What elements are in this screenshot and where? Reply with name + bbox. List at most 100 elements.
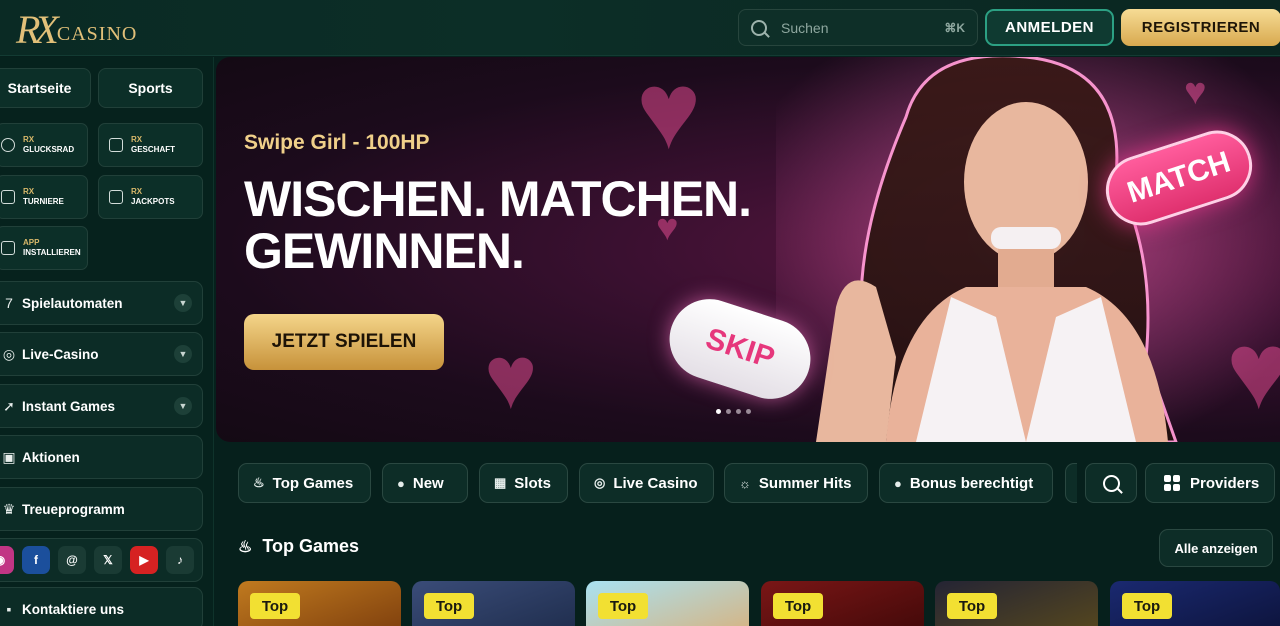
hero-banner[interactable]: ♥ ♥ ♥ ♥ ♥ Swipe Girl - 100HP WISCHEN. MA…: [216, 57, 1280, 442]
carousel-dot[interactable]: [736, 409, 741, 414]
chevron-down-icon[interactable]: ▼: [174, 345, 192, 363]
tile-label: GESCHAFT: [131, 145, 175, 154]
logo-text: CASINO: [56, 23, 138, 45]
tab-live-casino[interactable]: ◎ Live Casino: [579, 463, 714, 503]
providers-button[interactable]: Providers: [1145, 463, 1275, 503]
tab-overflow[interactable]: [1065, 463, 1077, 503]
chevron-down-icon[interactable]: ▼: [174, 397, 192, 415]
grid-icon: [1164, 475, 1180, 491]
tile-prefix: APP: [23, 238, 40, 247]
threads-icon[interactable]: @: [58, 546, 86, 574]
youtube-icon[interactable]: ▶: [130, 546, 158, 574]
game-card[interactable]: Top: [761, 581, 924, 626]
carousel-dot[interactable]: [726, 409, 731, 414]
top-badge: Top: [598, 593, 648, 619]
logo-rx-mark: RX: [16, 7, 59, 52]
sidebar-item-loyalty[interactable]: ♛ Treueprogramm: [0, 487, 203, 531]
chip-icon: ◎: [2, 345, 16, 362]
game-card[interactable]: Top: [1110, 581, 1280, 626]
carousel-dot[interactable]: [746, 409, 751, 414]
rocket-icon: ➚: [3, 397, 15, 414]
tile-app-install[interactable]: APP INSTALLIEREN: [0, 226, 88, 270]
top-badge: Top: [947, 593, 997, 619]
see-all-button[interactable]: Alle anzeigen: [1159, 529, 1273, 567]
search-icon: [751, 19, 767, 36]
game-card[interactable]: Top: [935, 581, 1098, 626]
sidebar-item-label: Kontaktiere uns: [22, 601, 125, 617]
tab-label: Live Casino: [613, 474, 698, 492]
sidebar-item-promotions[interactable]: ▣ Aktionen: [0, 435, 203, 479]
sidebar-item-contact[interactable]: ▪ Kontaktiere uns: [0, 587, 203, 626]
sidebar-item-label: Aktionen: [22, 449, 80, 465]
top-header: RX CASINO ⌘K ANMELDEN REGISTRIEREN: [0, 0, 1280, 56]
slot-icon: ▦: [494, 475, 507, 490]
top-badge: Top: [424, 593, 474, 619]
hero-subtitle: Swipe Girl - 100HP: [244, 131, 430, 154]
tab-new[interactable]: ● New: [382, 463, 468, 503]
sidebar-item-instant-games[interactable]: ➚ Instant Games ▼: [0, 384, 203, 428]
tile-jackpots[interactable]: RX JACKPOTS: [98, 175, 203, 219]
tab-label: New: [412, 474, 444, 492]
instagram-icon[interactable]: ◉: [0, 546, 14, 574]
search-box[interactable]: ⌘K: [738, 9, 978, 46]
section-title-text: Top Games: [262, 536, 360, 556]
sidebar-item-label: Live-Casino: [22, 346, 99, 362]
tile-label: JACKPOTS: [131, 197, 175, 206]
tile-prefix: RX: [23, 187, 35, 196]
tile-wheel[interactable]: RX GLUCKSRAD: [0, 123, 88, 167]
providers-label: Providers: [1190, 474, 1260, 492]
login-button[interactable]: ANMELDEN: [985, 9, 1114, 46]
tab-slots[interactable]: ▦ Slots: [479, 463, 568, 503]
game-card[interactable]: Top: [586, 581, 749, 626]
tile-shop[interactable]: RX GESCHAFT: [98, 123, 203, 167]
gift-icon: ▣: [2, 448, 16, 465]
new-icon: ●: [397, 475, 405, 491]
flame-icon: ♨: [253, 475, 265, 490]
tile-label: INSTALLIEREN: [23, 248, 81, 257]
hero-title-line: GEWINNEN.: [244, 223, 525, 279]
sun-icon: ☼: [739, 475, 751, 491]
play-now-button[interactable]: JETZT SPIELEN: [244, 314, 444, 370]
sidebar-item-label: Treueprogramm: [22, 501, 125, 517]
game-card[interactable]: Top: [238, 581, 401, 626]
tile-prefix: RX: [131, 187, 143, 196]
tiktok-icon[interactable]: ♪: [166, 546, 194, 574]
tile-prefix: RX: [131, 135, 143, 144]
tab-summer-hits[interactable]: ☼ Summer Hits: [724, 463, 868, 503]
chip-icon: ◎: [594, 475, 606, 490]
sidebar-item-slots[interactable]: 7 Spielautomaten ▼: [0, 281, 203, 325]
search-input[interactable]: [781, 19, 931, 36]
heart-decoration: ♥: [636, 57, 702, 172]
tab-top-games[interactable]: ♨ Top Games: [238, 463, 371, 503]
hero-title-line: WISCHEN. MATCHEN.: [244, 171, 752, 227]
hero-model-image: [776, 57, 1280, 442]
jackpot-icon: [109, 190, 123, 204]
register-button[interactable]: REGISTRIEREN: [1121, 9, 1280, 46]
tab-bonus-eligible[interactable]: ● Bonus berechtigt: [879, 463, 1053, 503]
top-badge: Top: [1122, 593, 1172, 619]
bonus-icon: ●: [894, 475, 902, 491]
sidebar-sports-button[interactable]: Sports: [98, 68, 203, 108]
wheel-icon: [1, 138, 15, 152]
game-search-button[interactable]: [1085, 463, 1137, 503]
top-badge: Top: [773, 593, 823, 619]
top-badge: Top: [250, 593, 300, 619]
search-icon: [1102, 474, 1120, 492]
sidebar-item-label: Spielautomaten: [22, 295, 123, 311]
sidebar-item-live-casino[interactable]: ◎ Live-Casino ▼: [0, 332, 203, 376]
rx-casino-logo[interactable]: RX CASINO: [16, 4, 137, 52]
heart-decoration: ♥: [484, 328, 538, 428]
carousel-dot[interactable]: [716, 409, 721, 414]
social-links: ◉ f @ 𝕏 ▶ ♪: [0, 538, 203, 582]
tile-label: GLUCKSRAD: [23, 145, 75, 154]
chevron-down-icon[interactable]: ▼: [174, 294, 192, 312]
game-card[interactable]: Top: [412, 581, 575, 626]
carousel-dots[interactable]: [716, 409, 751, 414]
x-icon[interactable]: 𝕏: [94, 546, 122, 574]
tab-label: Bonus berechtigt: [909, 474, 1034, 492]
sidebar-home-button[interactable]: Startseite: [0, 68, 91, 108]
tab-label: Summer Hits: [758, 474, 852, 492]
facebook-icon[interactable]: f: [22, 546, 50, 574]
trophy-icon: [1, 190, 15, 204]
tile-tournaments[interactable]: RX TURNIERE: [0, 175, 88, 219]
